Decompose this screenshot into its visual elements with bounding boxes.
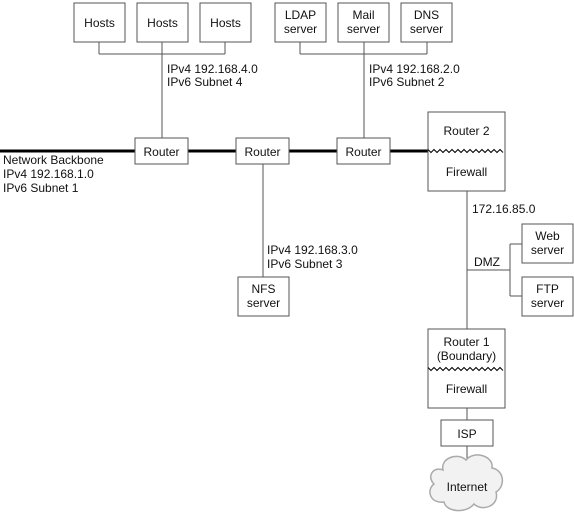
router2-label: Router 2	[443, 124, 489, 138]
subnet3-ipv4: IPv4 192.168.3.0	[267, 243, 358, 257]
router1-line1: Router 1	[443, 335, 489, 349]
hosts-label: Hosts	[147, 16, 178, 30]
subnet4-group: Hosts Hosts Hosts IPv4 192.168.4.0 IPv6 …	[73, 2, 258, 138]
router-c-label: Router	[345, 145, 381, 159]
router1-firewall-label: Firewall	[446, 382, 487, 396]
subnet3-ipv6: IPv6 Subnet 3	[267, 257, 343, 271]
web-server-line2: server	[531, 243, 564, 257]
dns-server-line2: server	[410, 22, 443, 36]
nfs-server-line2: server	[247, 296, 280, 310]
dmz-network-label: 172.16.85.0	[472, 202, 536, 216]
subnet4-ipv4: IPv4 192.168.4.0	[167, 62, 258, 76]
subnet2-ipv4: IPv4 192.168.2.0	[369, 62, 460, 76]
isp-label: ISP	[457, 427, 476, 441]
mail-server-line1: Mail	[352, 8, 374, 22]
nfs-server-line1: NFS	[252, 282, 276, 296]
ftp-server-line1: FTP	[536, 282, 559, 296]
web-server-line1: Web	[535, 229, 560, 243]
ldap-server-line2: server	[284, 22, 317, 36]
ldap-server-line1: LDAP	[285, 8, 316, 22]
subnet4-ipv6: IPv6 Subnet 4	[167, 75, 243, 89]
hosts-label: Hosts	[84, 16, 115, 30]
router-b-label: Router	[244, 145, 280, 159]
diagram-canvas: Network Backbone IPv4 192.168.1.0 IPv6 S…	[0, 2, 574, 512]
router-a-label: Router	[143, 145, 179, 159]
ftp-server-line2: server	[531, 296, 564, 310]
backbone-label: Network Backbone	[3, 153, 104, 167]
internet-label: Internet	[447, 480, 488, 494]
subnet2-ipv6: IPv6 Subnet 2	[369, 75, 445, 89]
dns-server-line1: DNS	[414, 8, 439, 22]
router1-line2: (Boundary)	[437, 349, 496, 363]
backbone-ipv4: IPv4 192.168.1.0	[3, 167, 94, 181]
router2-firewall-label: Firewall	[446, 165, 487, 179]
backbone-ipv6: IPv6 Subnet 1	[3, 181, 79, 195]
network-diagram: Network Backbone IPv4 192.168.1.0 IPv6 S…	[0, 0, 574, 516]
dmz-label: DMZ	[474, 255, 500, 269]
mail-server-line2: server	[347, 22, 380, 36]
hosts-label: Hosts	[210, 16, 241, 30]
